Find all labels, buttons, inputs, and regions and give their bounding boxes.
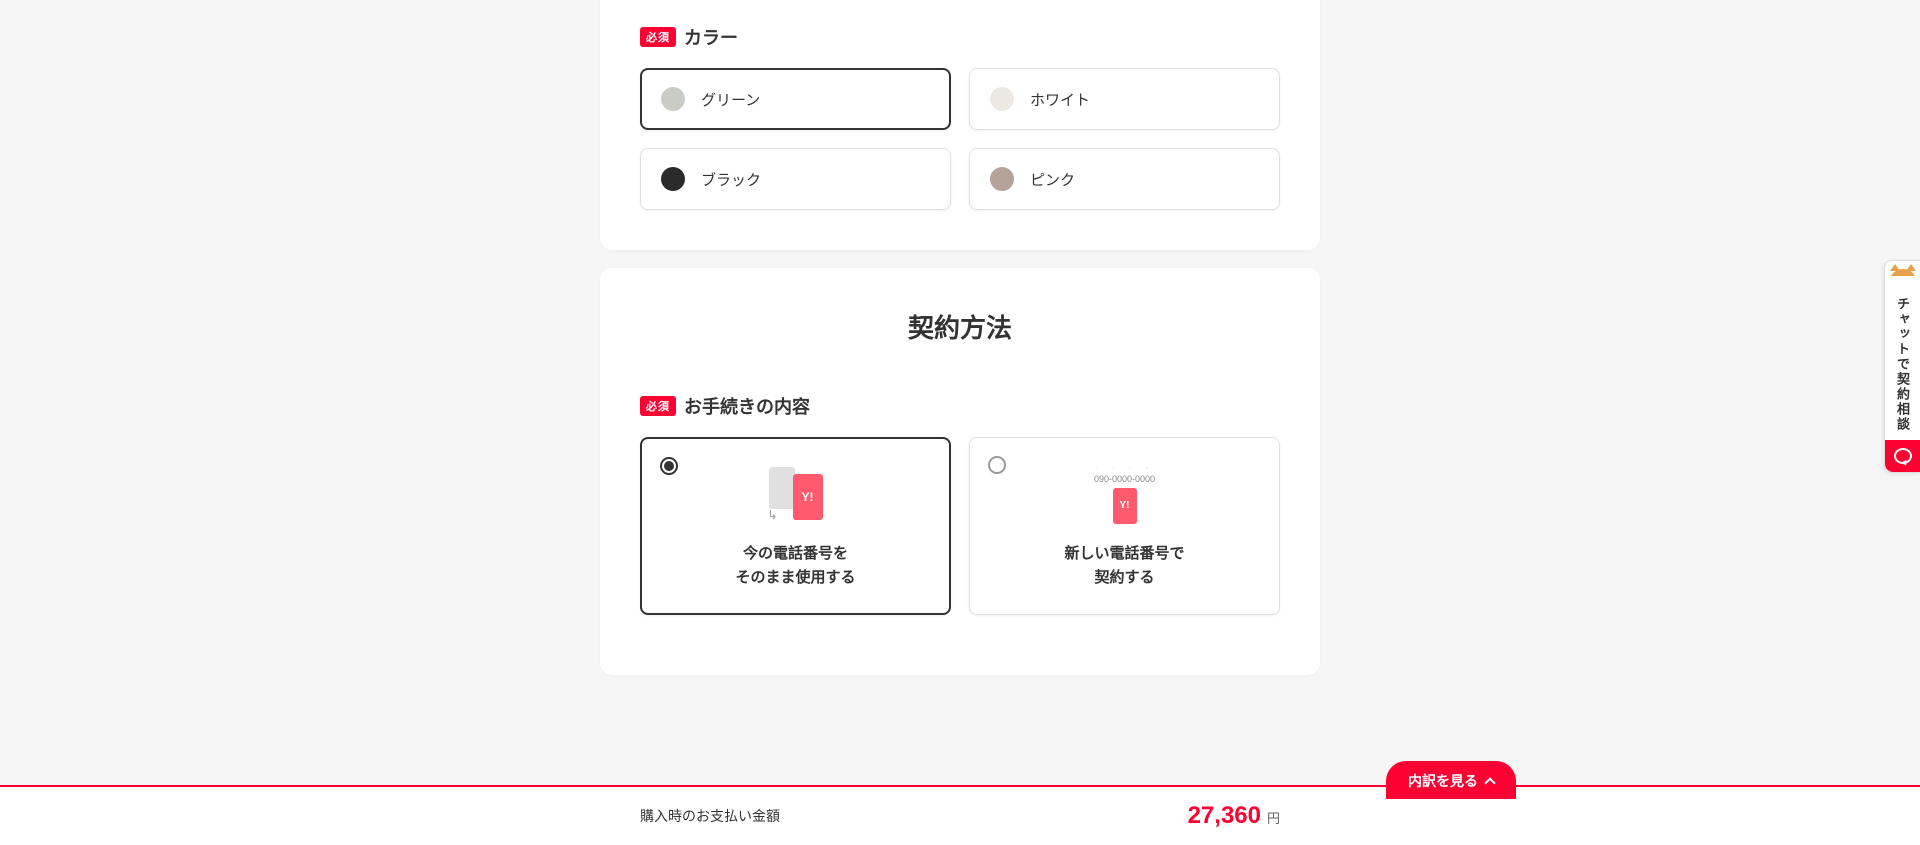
color-option-black[interactable]: ブラック xyxy=(640,148,951,210)
breakdown-label: 内訳を見る xyxy=(1408,771,1478,791)
phone-new-icon: Y! xyxy=(1113,488,1137,524)
price-amount: 27,360 xyxy=(1188,802,1261,830)
required-badge: 必須 xyxy=(640,27,676,47)
sparkle-icon: · · · · xyxy=(1095,463,1154,472)
color-name: ブラック xyxy=(701,169,761,190)
main-column: 必須 カラー グリーン ホワイト ブラック ピンク 契約方法 xyxy=(600,0,1320,675)
keep-number-illustration: Y! ↳ xyxy=(661,458,930,528)
phone-new-icon: Y! xyxy=(793,474,823,520)
footer-price: 27,360 円 xyxy=(1188,802,1280,830)
contract-option-text: 新しい電話番号で 契約する xyxy=(990,542,1259,590)
swatch-icon xyxy=(990,167,1014,191)
color-card: 必須 カラー グリーン ホワイト ブラック ピンク xyxy=(600,0,1320,250)
color-label-row: 必須 カラー xyxy=(640,24,1280,50)
sample-number: 090-0000-0000 xyxy=(1094,474,1155,484)
contract-option-text: 今の電話番号を そのまま使用する xyxy=(661,542,930,590)
footer-inner: 購入時のお支払い金額 27,360 円 xyxy=(640,787,1280,845)
swatch-icon xyxy=(661,167,685,191)
contract-card: 契約方法 必須 お手続きの内容 Y! ↳ 今の電話番号を そのまま使用する xyxy=(600,268,1320,675)
chat-icon-wrap xyxy=(1885,440,1920,472)
contract-option-keep-number[interactable]: Y! ↳ 今の電話番号を そのまま使用する xyxy=(640,437,951,615)
price-unit: 円 xyxy=(1267,808,1280,827)
swatch-icon xyxy=(661,87,685,111)
footer-label: 購入時のお支払い金額 xyxy=(640,806,780,826)
contract-grid: Y! ↳ 今の電話番号を そのまま使用する · · · · 090-0000-0… xyxy=(640,437,1280,615)
phone-old-icon xyxy=(769,467,795,509)
new-number-illustration: · · · · 090-0000-0000 Y! xyxy=(990,458,1259,528)
color-label: カラー xyxy=(684,24,738,50)
mascot-icon xyxy=(1889,269,1917,287)
color-name: ホワイト xyxy=(1030,89,1090,110)
color-option-pink[interactable]: ピンク xyxy=(969,148,1280,210)
required-badge: 必須 xyxy=(640,396,676,416)
color-name: ピンク xyxy=(1030,169,1075,190)
chat-bubble-icon xyxy=(1894,448,1912,464)
color-option-white[interactable]: ホワイト xyxy=(969,68,1280,130)
footer-bar: 内訳を見る 購入時のお支払い金額 27,360 円 xyxy=(0,785,1920,845)
procedure-label: お手続きの内容 xyxy=(684,393,810,419)
swatch-icon xyxy=(990,87,1014,111)
contract-title: 契約方法 xyxy=(640,308,1280,345)
procedure-label-row: 必須 お手続きの内容 xyxy=(640,393,1280,419)
color-grid: グリーン ホワイト ブラック ピンク xyxy=(640,68,1280,210)
chat-tab[interactable]: チャットで契約相談 xyxy=(1884,260,1920,473)
chat-label: チャットで契約相談 xyxy=(1893,293,1912,440)
color-option-green[interactable]: グリーン xyxy=(640,68,951,130)
color-name: グリーン xyxy=(701,89,760,110)
breakdown-button[interactable]: 内訳を見る xyxy=(1386,761,1516,799)
chevron-up-icon xyxy=(1484,777,1495,788)
contract-option-new-number[interactable]: · · · · 090-0000-0000 Y! 新しい電話番号で 契約する xyxy=(969,437,1280,615)
transfer-arrow-icon: ↳ xyxy=(768,508,778,522)
